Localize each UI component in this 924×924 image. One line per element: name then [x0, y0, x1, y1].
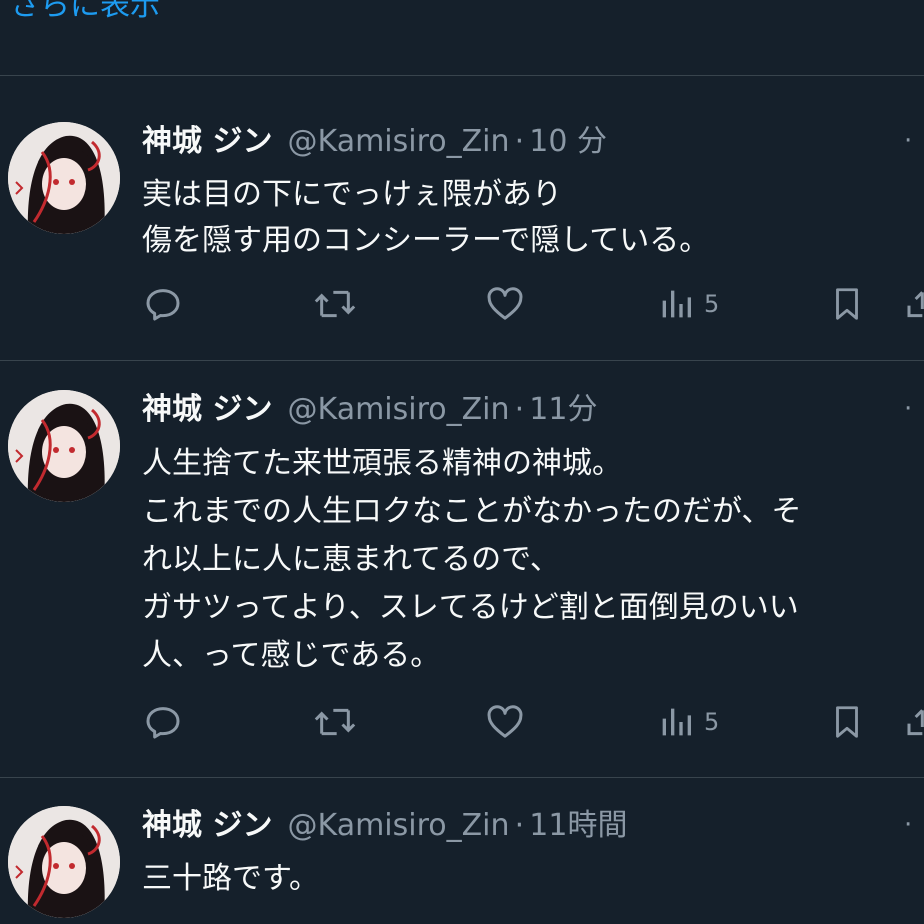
avatar[interactable]: [8, 806, 120, 918]
reply-icon: [146, 707, 180, 739]
tweet-header: 神城 ジン @Kamisiro_Zin · 11時間: [142, 806, 627, 846]
display-name[interactable]: 神城 ジン: [142, 392, 272, 427]
tweet-header: 神城 ジン @Kamisiro_Zin · 11分: [142, 390, 597, 430]
reply-button[interactable]: [143, 282, 183, 326]
handle[interactable]: @Kamisiro_Zin: [288, 392, 510, 427]
share-icon: [907, 709, 924, 736]
share-button[interactable]: [904, 282, 924, 326]
handle[interactable]: @Kamisiro_Zin: [288, 124, 510, 159]
views-count: 5: [704, 708, 720, 736]
avatar[interactable]: [8, 390, 120, 502]
share-icon: [907, 291, 924, 318]
show-more-link[interactable]: さらに表示: [10, 0, 160, 24]
retweet-button[interactable]: [313, 282, 357, 326]
tweet-actions: 5: [0, 282, 924, 326]
views-icon: [662, 708, 691, 736]
bookmark-button[interactable]: [828, 282, 866, 326]
divider: [0, 777, 924, 778]
bookmark-button[interactable]: [828, 700, 866, 744]
separator-dot: ·: [514, 392, 525, 427]
bookmark-icon: [836, 706, 858, 738]
more-icon[interactable]: ·: [904, 812, 912, 838]
avatar[interactable]: [8, 122, 120, 234]
handle[interactable]: @Kamisiro_Zin: [288, 808, 510, 843]
retweet-icon: [314, 708, 356, 736]
views-button[interactable]: 5: [658, 700, 719, 744]
heart-icon: [487, 705, 523, 738]
display-name[interactable]: 神城 ジン: [142, 808, 272, 843]
more-icon[interactable]: ·: [904, 128, 912, 154]
divider: [0, 360, 924, 361]
like-button[interactable]: [484, 282, 526, 326]
timestamp[interactable]: 11分: [529, 392, 597, 427]
separator-dot: ·: [514, 808, 525, 843]
views-button[interactable]: 5: [658, 282, 719, 326]
heart-icon: [487, 287, 523, 320]
tweet-header: 神城 ジン @Kamisiro_Zin · 10 分: [142, 122, 607, 162]
retweet-button[interactable]: [313, 700, 357, 744]
tweet-actions: 5: [0, 700, 924, 744]
views-count: 5: [704, 290, 720, 318]
reply-icon: [146, 289, 180, 321]
display-name[interactable]: 神城 ジン: [142, 124, 272, 159]
views-icon: [662, 290, 691, 318]
share-button[interactable]: [904, 700, 924, 744]
reply-button[interactable]: [143, 700, 183, 744]
tweet-text: 三十路です。: [142, 861, 319, 896]
bookmark-icon: [836, 288, 858, 320]
tweet-text: 人生捨てた来世頑張る精神の神城。 これまでの人生ロクなことがなかったのだが、そ れ以…: [142, 446, 802, 673]
divider: [0, 75, 924, 76]
timestamp[interactable]: 11時間: [529, 808, 627, 843]
more-icon[interactable]: ·: [904, 396, 912, 422]
timestamp[interactable]: 10 分: [529, 124, 607, 159]
separator-dot: ·: [514, 124, 525, 159]
like-button[interactable]: [484, 700, 526, 744]
tweet-text: 実は目の下にでっけぇ隈があり 傷を隠す用のコンシーラーで隠している。: [142, 177, 710, 258]
retweet-icon: [314, 290, 356, 318]
